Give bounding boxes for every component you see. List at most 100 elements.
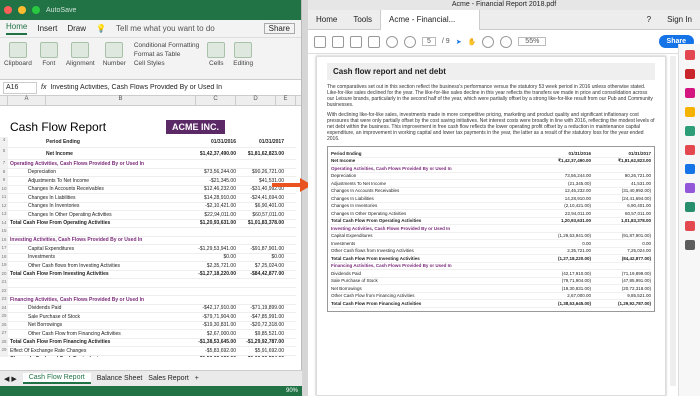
column-header-a[interactable]: A xyxy=(8,96,46,105)
table-row[interactable]: 28 Total Cash Flow From Financing Activit… xyxy=(0,338,296,347)
arrow-icon xyxy=(272,178,312,192)
table-row[interactable]: 26 Net Borrowings -$19,30,831.00 -$20,72,31… xyxy=(0,321,296,330)
table-row[interactable]: 8 Depreciation $73,56,244.00 $90,26,721.00 xyxy=(0,168,296,177)
alignment-group[interactable]: Alignment xyxy=(66,42,95,67)
organize-pages-icon[interactable] xyxy=(684,145,695,155)
close-window-button[interactable] xyxy=(4,6,12,14)
create-pdf-icon[interactable] xyxy=(684,69,695,79)
send-for-review-icon[interactable] xyxy=(684,202,695,212)
zoom-in-icon[interactable] xyxy=(500,35,513,48)
table-row[interactable]: 7 Operating Activities, Cash Flows Provid… xyxy=(0,160,296,169)
conditional-formatting-button[interactable]: Conditional Formatting xyxy=(134,42,199,49)
new-sheet-button[interactable]: + xyxy=(195,375,199,382)
pdf-table-row: Changes In Inventories (2,10,421.00) 6,90,… xyxy=(331,203,651,210)
pdf-table-row: Sale Purchase of Stock (79,71,904.00) (47,… xyxy=(331,278,651,285)
pdf-scrollbar[interactable] xyxy=(670,56,676,386)
table-row[interactable]: 27 Other Cash Flow from Financing Activit… xyxy=(0,330,296,339)
tab-acrobat-tools[interactable]: Tools xyxy=(345,10,380,30)
pdf-table-row: Changes In Accounts Receivables 12,46,232… xyxy=(331,188,651,195)
table-row[interactable]: 29 Effect Of Exchange Rate Changes -$5,83,… xyxy=(0,347,296,356)
table-row[interactable]: 14 Total Cash Flow From Operating Activit… xyxy=(0,219,296,228)
table-row[interactable]: 11 Changes In Liabilities $14,28,910.00 -$2… xyxy=(0,194,296,203)
fill-sign-icon[interactable] xyxy=(684,183,695,193)
tab-document[interactable]: Acme - Financial... xyxy=(380,9,481,30)
table-row[interactable]: 16 Investing Activities, Cash Flows Provi… xyxy=(0,236,296,245)
sign-in-link[interactable]: Sign In xyxy=(659,10,700,30)
page-down-icon[interactable] xyxy=(404,35,416,48)
table-row[interactable]: 12 Changes In Inventories -$2,10,421.00 $6,… xyxy=(0,202,296,211)
paste-icon xyxy=(8,42,27,58)
clipboard-group[interactable]: Clipboard xyxy=(4,42,32,67)
edit-pdf-icon[interactable] xyxy=(684,88,695,98)
mail-icon[interactable] xyxy=(350,35,362,48)
table-row[interactable]: 15 xyxy=(0,228,296,237)
net-income-row: 5 Net Income $1,42,37,490.00 $1,81,62,82… xyxy=(0,148,296,160)
zoom-search-icon[interactable] xyxy=(368,35,380,48)
scan-icon[interactable] xyxy=(684,221,695,231)
zoom-level[interactable]: 90% xyxy=(286,388,298,394)
column-header-e[interactable]: E xyxy=(276,96,296,105)
sheet-grid[interactable]: Cash Flow Report ACME INC. 4 Period Endi… xyxy=(0,117,296,357)
acrobat-window: Acme - Financial Report 2018.pdf Home To… xyxy=(308,0,700,396)
table-row[interactable]: 22 xyxy=(0,287,296,296)
tools-sidebar xyxy=(678,44,700,396)
sheet-tab-cash-flow[interactable]: Cash Flow Report xyxy=(22,373,91,384)
editing-group[interactable]: Editing xyxy=(233,42,253,67)
hand-icon[interactable]: ✋ xyxy=(468,38,477,46)
cells-group[interactable]: Cells xyxy=(207,42,226,67)
formula-input[interactable]: Investing Activities, Cash Flows Provide… xyxy=(50,84,222,91)
table-row[interactable]: 25 Sale Purchase of Stock -$79,71,904.00 -$… xyxy=(0,313,296,322)
protect-icon[interactable] xyxy=(684,164,695,174)
font-group[interactable]: Font xyxy=(39,42,58,67)
table-row[interactable]: 30Change In Cash and Cash Equivalents-$1… xyxy=(0,355,296,357)
pdf-table-row: Investments 0.00 0.00 xyxy=(331,240,651,248)
pdf-table-row: Adjustments To Net Income (21,345.00) 41,5… xyxy=(331,180,651,188)
page-up-icon[interactable] xyxy=(386,35,398,48)
pdf-table-row: Dividends Paid (42,17,910.00) (71,19,899.0… xyxy=(331,270,651,278)
table-row[interactable]: 21 xyxy=(0,279,296,288)
combine-files-icon[interactable] xyxy=(684,126,695,136)
name-box[interactable]: A16 xyxy=(3,81,37,94)
table-row[interactable]: 13 Changes In Other Operating Activities $… xyxy=(0,211,296,220)
print-icon[interactable] xyxy=(332,35,344,48)
table-row[interactable]: 17 Capital Expenditures -$1,29,53,941.00 -$… xyxy=(0,245,296,254)
number-group[interactable]: Number xyxy=(103,42,126,67)
share-button[interactable]: Share xyxy=(263,23,295,34)
column-header-b[interactable]: B xyxy=(46,96,196,105)
table-row[interactable]: 18 Investments $0.00 $0.00 xyxy=(0,253,296,262)
column-header-c[interactable]: C xyxy=(196,96,236,105)
zoom-dropdown[interactable]: 55% xyxy=(518,37,547,46)
table-row[interactable]: 19 Other Cash flows from Investing Activi… xyxy=(0,262,296,271)
page-number-input[interactable]: 5 xyxy=(422,37,436,46)
tab-insert[interactable]: Insert xyxy=(37,24,57,33)
zoom-out-icon[interactable] xyxy=(482,35,495,48)
sheet-tab-balance-sheet[interactable]: Balance Sheet xyxy=(97,375,143,382)
tell-me-box[interactable]: Tell me what you want to do xyxy=(116,24,215,33)
cell-styles-button[interactable]: Cell Styles xyxy=(134,60,199,67)
pdf-page[interactable]: Cash flow report and net debt The compar… xyxy=(316,56,666,396)
sheet-tab-sales-report[interactable]: Sales Report xyxy=(148,375,188,382)
help-icon[interactable]: ? xyxy=(639,10,659,30)
format-as-table-button[interactable]: Format as Table xyxy=(134,51,199,58)
tab-draw[interactable]: Draw xyxy=(67,24,86,33)
table-row[interactable]: 10 Changes In Accounts Receivables $12,46,… xyxy=(0,185,296,194)
pdf-table-row: Capital Expenditures (1,29,53,941.00) (91,… xyxy=(331,233,651,240)
cursor-icon[interactable]: ➤ xyxy=(456,38,462,46)
autosave-label[interactable]: AutoSave xyxy=(46,7,76,14)
export-pdf-icon[interactable] xyxy=(684,50,695,60)
save-icon[interactable] xyxy=(314,35,326,48)
tab-acrobat-home[interactable]: Home xyxy=(308,10,345,30)
table-row[interactable]: 20 Total Cash Flow From Investing Activit… xyxy=(0,270,296,279)
table-row[interactable]: 9 Adjustments To Net Income -$21,345.00 $41… xyxy=(0,177,296,186)
minimize-window-button[interactable] xyxy=(18,6,26,14)
column-header-d[interactable]: D xyxy=(236,96,276,105)
tab-home[interactable]: Home xyxy=(6,22,28,35)
more-tools-icon[interactable] xyxy=(684,240,695,250)
comment-icon[interactable] xyxy=(684,107,695,117)
acrobat-titlebar: Acme - Financial Report 2018.pdf xyxy=(308,0,700,10)
table-row[interactable]: 24 Dividends Paid -$42,17,910.00 -$71,19,89… xyxy=(0,304,296,313)
maximize-window-button[interactable] xyxy=(32,6,40,14)
add-sheet-icon[interactable]: ◀ ▶ xyxy=(4,375,17,383)
pdf-table-row: Total Cash Flow From Operating Activitie… xyxy=(331,218,651,225)
table-row[interactable]: 23 Financing Activities, Cash Flows Provi… xyxy=(0,296,296,305)
